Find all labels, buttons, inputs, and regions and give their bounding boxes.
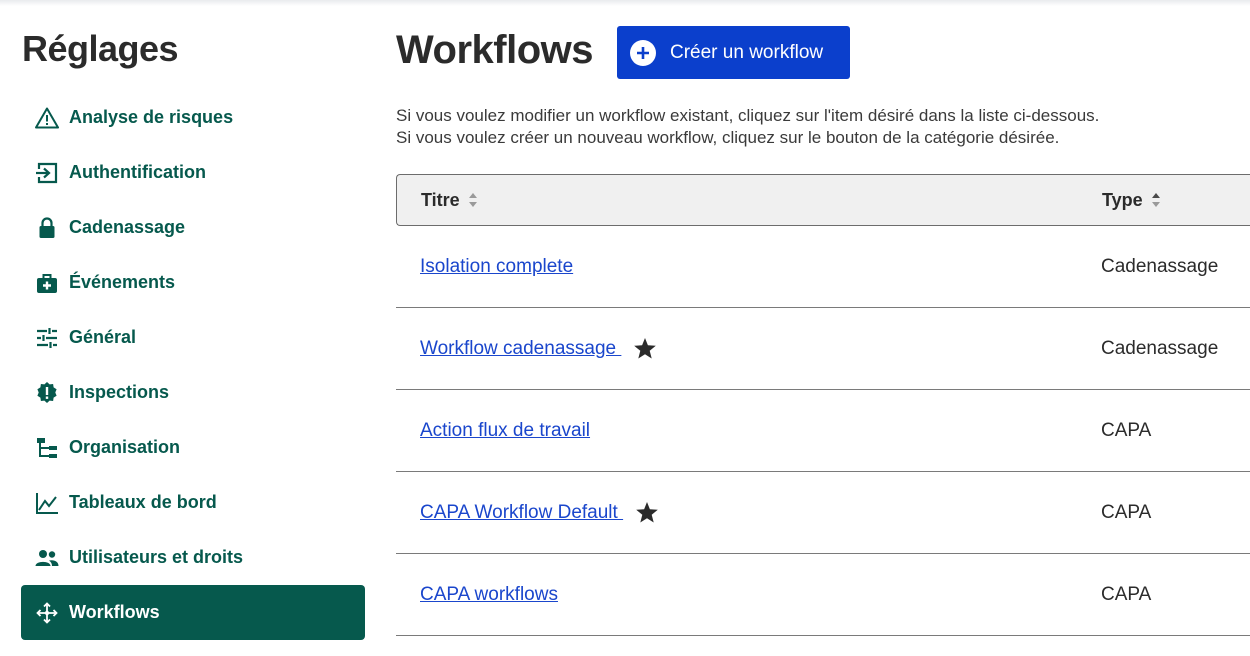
sidebar-title: Réglages [22,28,179,69]
column-header-label: Titre [421,189,460,210]
lock-icon [33,216,60,240]
workflow-link[interactable]: CAPA Workflow Default [420,502,623,524]
workflow-type: CAPA [1101,501,1152,523]
line-chart-icon [33,491,60,515]
description-line: Si vous voulez modifier un workflow exis… [396,106,1100,125]
workflow-type: Cadenassage [1101,337,1219,359]
sidebar-item-label: Général [69,327,137,347]
sidebar-item-organisation[interactable]: Organisation [21,420,365,475]
sort-unsorted-icon [468,191,478,209]
sidebar-item-label: Workflows [69,602,160,622]
workflow-type: Cadenassage [1101,255,1219,277]
table-header: Titre Type [396,174,1250,226]
table-row: Action flux de travail CAPA [396,390,1250,472]
page-title: Workflows [396,28,594,72]
workflow-link[interactable]: Workflow cadenassage [420,338,621,360]
sidebar-item-label: Cadenassage [69,217,186,237]
hierarchy-icon [33,436,60,460]
workflow-link[interactable]: Isolation complete [420,256,573,278]
sidebar-item-cadenassage[interactable]: Cadenassage [21,200,365,255]
column-header-label: Type [1102,189,1143,210]
sidebar-item-label: Tableaux de bord [69,492,217,512]
plus-circle-icon [630,39,656,66]
sidebar-item-label: Authentification [69,162,206,182]
move-arrows-icon [33,601,60,625]
sidebar-item-label: Organisation [69,437,181,457]
warning-icon [33,106,60,130]
table-row: CAPA Workflow Default CAPA [396,472,1250,554]
sidebar-item-authentification[interactable]: Authentification [21,145,365,200]
workflows-table: Titre Type Isolation complete Cadenassag… [396,174,1250,636]
workflow-link[interactable]: Action flux de travail [420,420,590,442]
alert-badge-icon [33,381,60,405]
create-workflow-label: Créer un workflow [670,41,824,63]
sidebar-item-label: Événements [69,272,176,292]
sidebar-item-workflows[interactable]: Workflows [21,585,365,640]
description-line: Si vous voulez créer un nouveau workflow… [396,128,1060,147]
settings-nav: Analyse de risques Authentification Cade… [21,90,365,640]
table-row: Isolation complete Cadenassage [396,226,1250,308]
sidebar-item-utilisateurs-et-droits[interactable]: Utilisateurs et droits [21,530,365,585]
sliders-icon [33,326,60,350]
sidebar-item-general[interactable]: Général [21,310,365,365]
page-description: Si vous voulez modifier un workflow exis… [396,105,1099,149]
top-bar-shadow [0,0,1250,6]
sidebar-item-label: Inspections [69,382,170,402]
medical-bag-icon [33,271,60,295]
table-row: CAPA workflows CAPA [396,554,1250,636]
workflow-link[interactable]: CAPA workflows [420,584,558,606]
sidebar-item-label: Analyse de risques [69,107,234,127]
sidebar-item-inspections[interactable]: Inspections [21,365,365,420]
workflow-type: CAPA [1101,419,1152,441]
login-icon [33,161,60,185]
sort-ascending-icon [1151,191,1161,209]
sidebar-item-label: Utilisateurs et droits [69,547,244,567]
sidebar-item-tableaux-de-bord[interactable]: Tableaux de bord [21,475,365,530]
workflow-type: CAPA [1101,583,1152,605]
sidebar-item-evenements[interactable]: Événements [21,255,365,310]
sidebar-item-analyse-de-risques[interactable]: Analyse de risques [21,90,365,145]
star-icon [635,501,659,524]
star-icon [633,337,657,360]
create-workflow-button[interactable]: Créer un workflow [617,26,850,79]
table-row: Workflow cadenassage Cadenassage [396,308,1250,390]
column-header-type[interactable]: Type [1102,175,1161,225]
users-icon [33,546,60,570]
column-header-titre[interactable]: Titre [421,175,478,225]
